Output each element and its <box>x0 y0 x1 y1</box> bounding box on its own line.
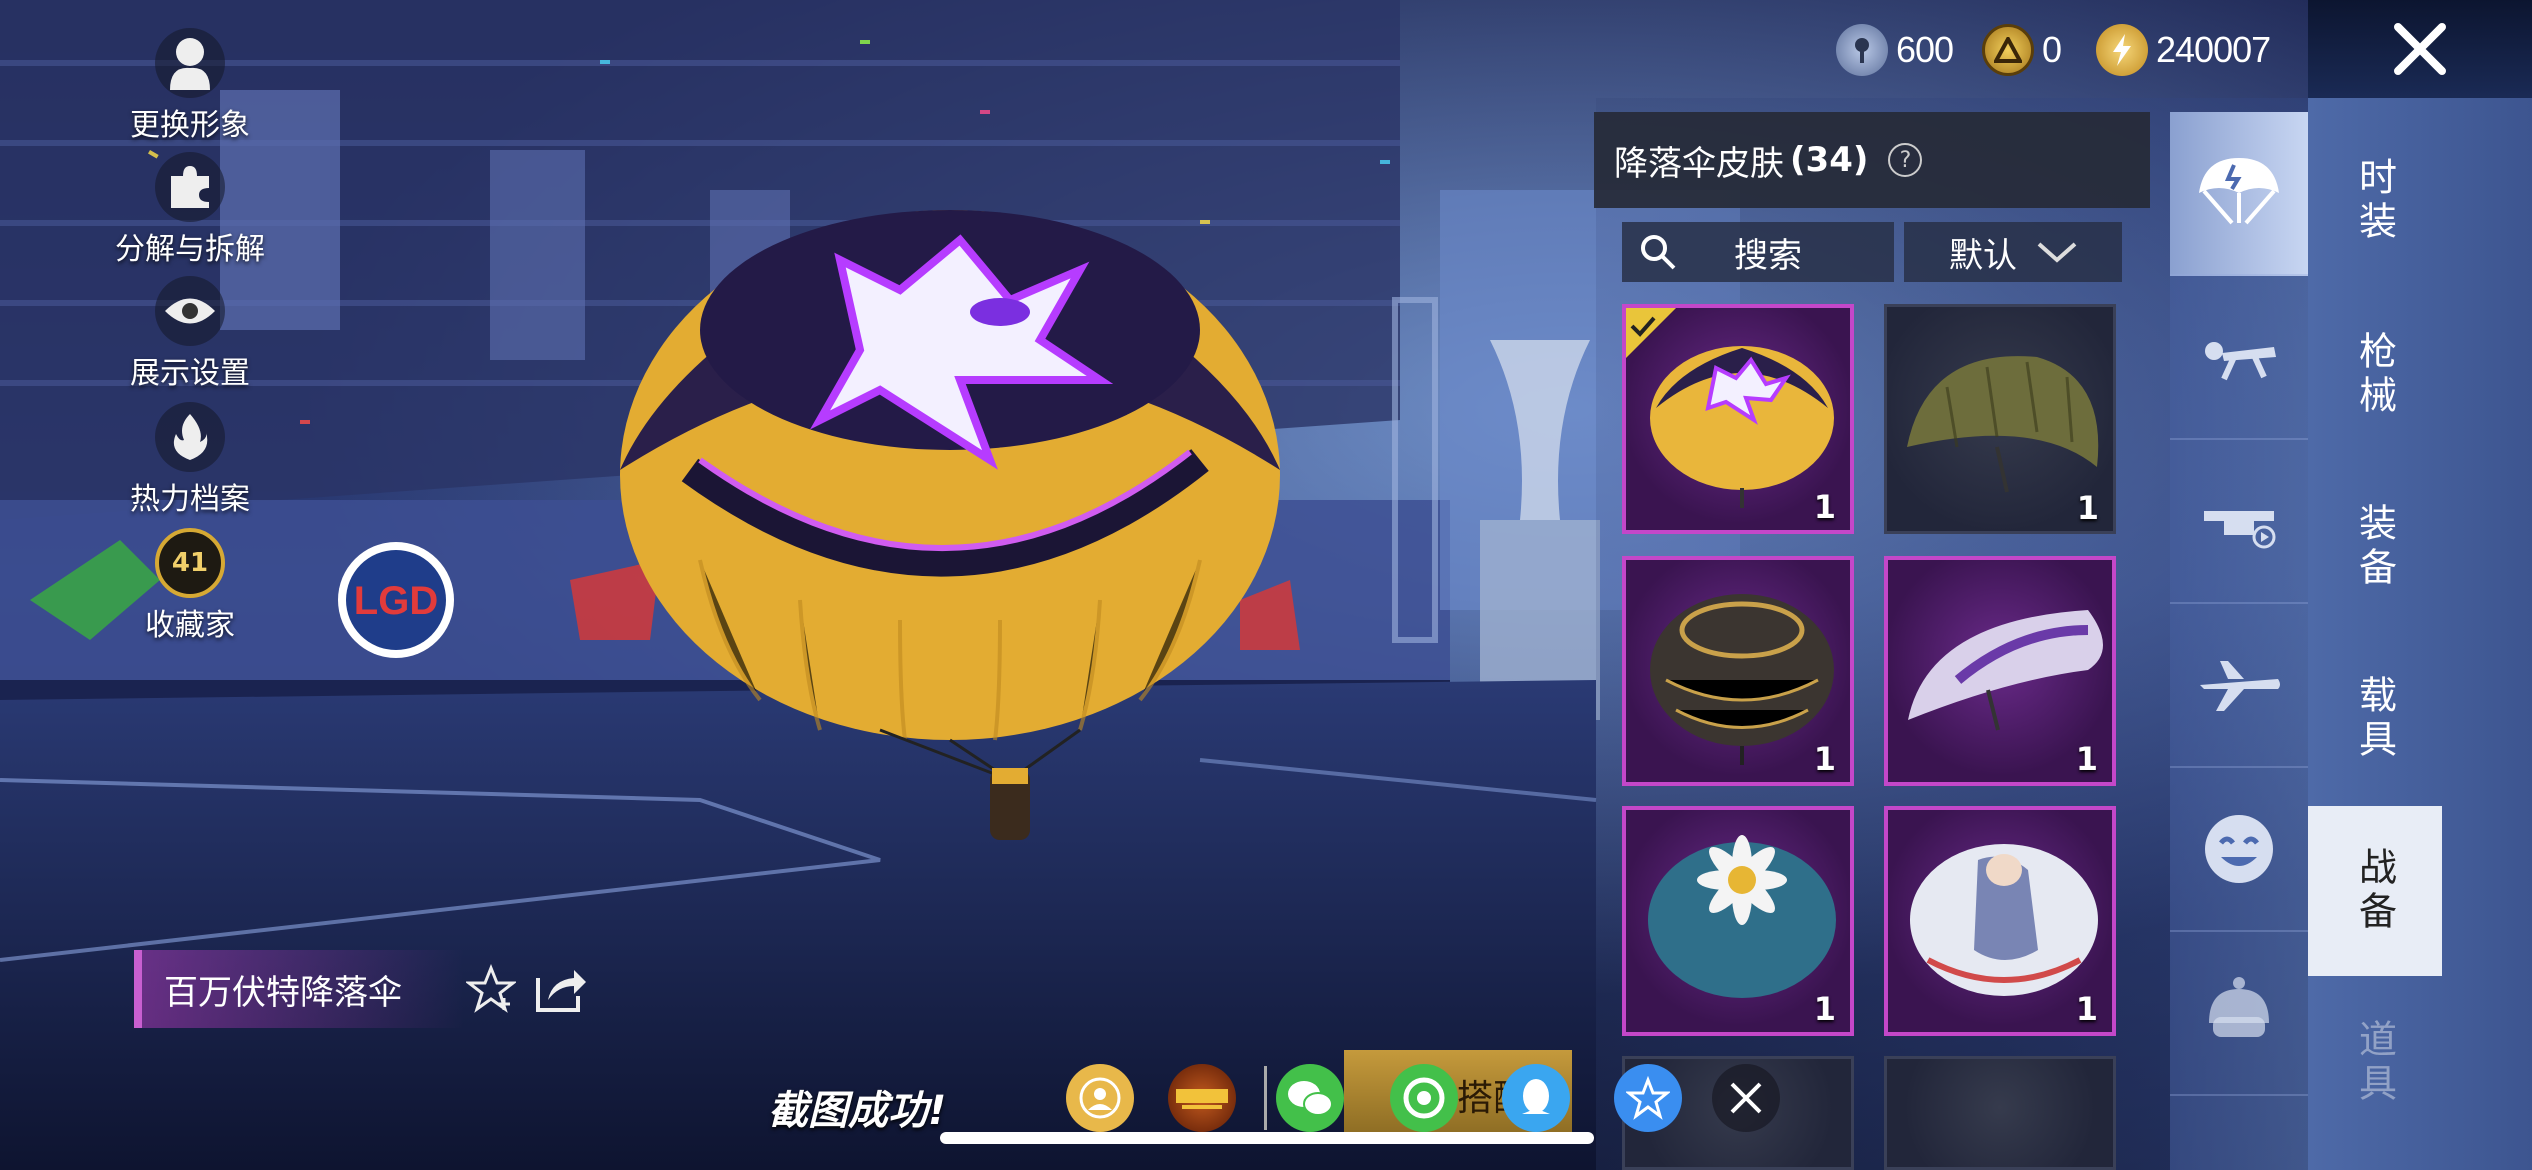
wechat-icon[interactable] <box>1276 1064 1344 1132</box>
airplane-icon <box>2200 661 2280 711</box>
tab-label: 载具 <box>2352 675 2397 763</box>
tab-weapons[interactable]: 枪械 <box>2308 290 2442 460</box>
close-icon <box>1730 1082 1762 1114</box>
qq-icon[interactable] <box>1502 1064 1570 1132</box>
tab-equipment[interactable]: 装备 <box>2308 462 2442 632</box>
game-logo-icon[interactable] <box>1168 1064 1236 1132</box>
currency-amount: 600 <box>1896 29 1954 70</box>
close-button[interactable] <box>2308 0 2532 98</box>
tab-label: 装备 <box>2352 503 2397 591</box>
item-quantity: 1 <box>2075 990 2098 1028</box>
avatar-icon <box>155 28 225 98</box>
tab-vehicles[interactable]: 载具 <box>2308 634 2442 804</box>
skin-item-card[interactable]: 1 <box>1884 556 2116 786</box>
share-icon[interactable] <box>534 964 588 1014</box>
puzzle-icon <box>155 152 225 222</box>
currency-bolt: 240007 <box>2096 22 2271 78</box>
tab-emote[interactable] <box>2170 768 2308 932</box>
emote-icon <box>2205 815 2273 883</box>
search-icon <box>1641 235 1676 270</box>
tab-label: 枪械 <box>2352 331 2397 419</box>
skin-item-card[interactable]: 1 <box>1622 806 1854 1036</box>
tab-label: 战备 <box>2352 847 2397 935</box>
left-menu-label: 收藏家 <box>145 608 235 643</box>
item-quantity: 1 <box>1813 488 1836 526</box>
skydiver-icon <box>2205 342 2276 381</box>
skin-item-card[interactable]: 1 <box>1884 806 2116 1036</box>
sort-dropdown[interactable]: 默认 <box>1904 222 2122 282</box>
tab-parachute[interactable] <box>2170 112 2308 276</box>
robot-icon <box>2209 977 2269 1037</box>
item-quantity: 1 <box>1813 990 1836 1028</box>
collector-button[interactable]: 41 收藏家 <box>110 528 270 644</box>
left-menu-label: 展示设置 <box>130 356 250 391</box>
svg-text:LGD: LGD <box>354 579 438 623</box>
skin-item-card[interactable]: 1 <box>1884 304 2116 534</box>
tab-drone[interactable] <box>2170 440 2308 604</box>
moments-icon[interactable] <box>1390 1064 1458 1132</box>
currency-amount: 0 <box>2042 29 2062 70</box>
selected-item-name: 百万伏特降落伞 <box>164 972 402 1013</box>
gold-token-icon <box>1982 24 2034 76</box>
tab-combat-gear[interactable]: 战备 <box>2308 806 2442 976</box>
display-settings-button[interactable]: 展示设置 <box>110 276 270 392</box>
help-icon[interactable]: ? <box>1888 143 1923 177</box>
collector-badge-icon: 41 <box>155 528 225 598</box>
currency-amount: 240007 <box>2156 29 2271 70</box>
eye-icon <box>155 276 225 346</box>
profile-share-icon[interactable] <box>1066 1064 1134 1132</box>
favorite-star-icon[interactable] <box>466 964 516 1014</box>
heat-archive-button[interactable]: 热力档案 <box>110 402 270 518</box>
skin-item-card[interactable]: 1 <box>1622 556 1854 786</box>
left-menu-label: 更换形象 <box>130 108 250 143</box>
selected-item-name-bar: 百万伏特降落伞 <box>134 950 464 1028</box>
bolt-coin-icon <box>2096 24 2148 76</box>
left-menu-label: 分解与拆解 <box>115 232 265 267</box>
panel-header: 降落伞皮肤 (34) ? <box>1594 112 2150 208</box>
fire-icon <box>155 402 225 472</box>
currency-gold: 0 <box>1982 22 2062 78</box>
item-quantity: 1 <box>1813 740 1836 778</box>
tab-props[interactable]: 道具 <box>2308 978 2442 1148</box>
change-avatar-button[interactable]: 更换形象 <box>110 28 270 144</box>
tab-skydive[interactable] <box>2170 276 2308 440</box>
equipped-check-icon <box>1626 308 1676 358</box>
left-menu-label: 热力档案 <box>130 482 250 517</box>
item-quantity: 1 <box>2076 489 2099 527</box>
skin-count: (34) <box>1790 140 1869 180</box>
qzone-icon[interactable] <box>1614 1064 1682 1132</box>
silver-coin-icon <box>1836 24 1888 76</box>
tab-airplane[interactable] <box>2170 604 2308 768</box>
tab-label: 时装 <box>2352 157 2397 245</box>
tab-robot[interactable] <box>2170 932 2308 1096</box>
share-close-button[interactable] <box>1712 1064 1780 1132</box>
decompose-button[interactable]: 分解与拆解 <box>110 152 270 268</box>
share-divider <box>1264 1066 1267 1130</box>
search-label: 搜索 <box>1734 235 1802 276</box>
tab-fashion[interactable]: 时装 <box>2308 116 2442 286</box>
chevron-down-icon <box>2037 242 2077 263</box>
panel-title: 降落伞皮肤 <box>1614 143 1784 184</box>
home-indicator <box>940 1132 1594 1144</box>
search-input[interactable]: 搜索 <box>1622 222 1894 282</box>
item-quantity: 1 <box>2075 740 2098 778</box>
parachute-icon <box>2199 158 2279 225</box>
screenshot-success-text: 截图成功! <box>768 1088 947 1134</box>
close-icon <box>2394 23 2446 75</box>
sort-label: 默认 <box>1949 235 2017 276</box>
currency-silver: 600 <box>1836 22 1954 78</box>
skin-item-card[interactable]: 1 <box>1622 304 1854 534</box>
drone-icon <box>2204 511 2276 549</box>
tab-label: 道具 <box>2352 1019 2397 1107</box>
skin-item-card-partial[interactable] <box>1884 1056 2116 1170</box>
